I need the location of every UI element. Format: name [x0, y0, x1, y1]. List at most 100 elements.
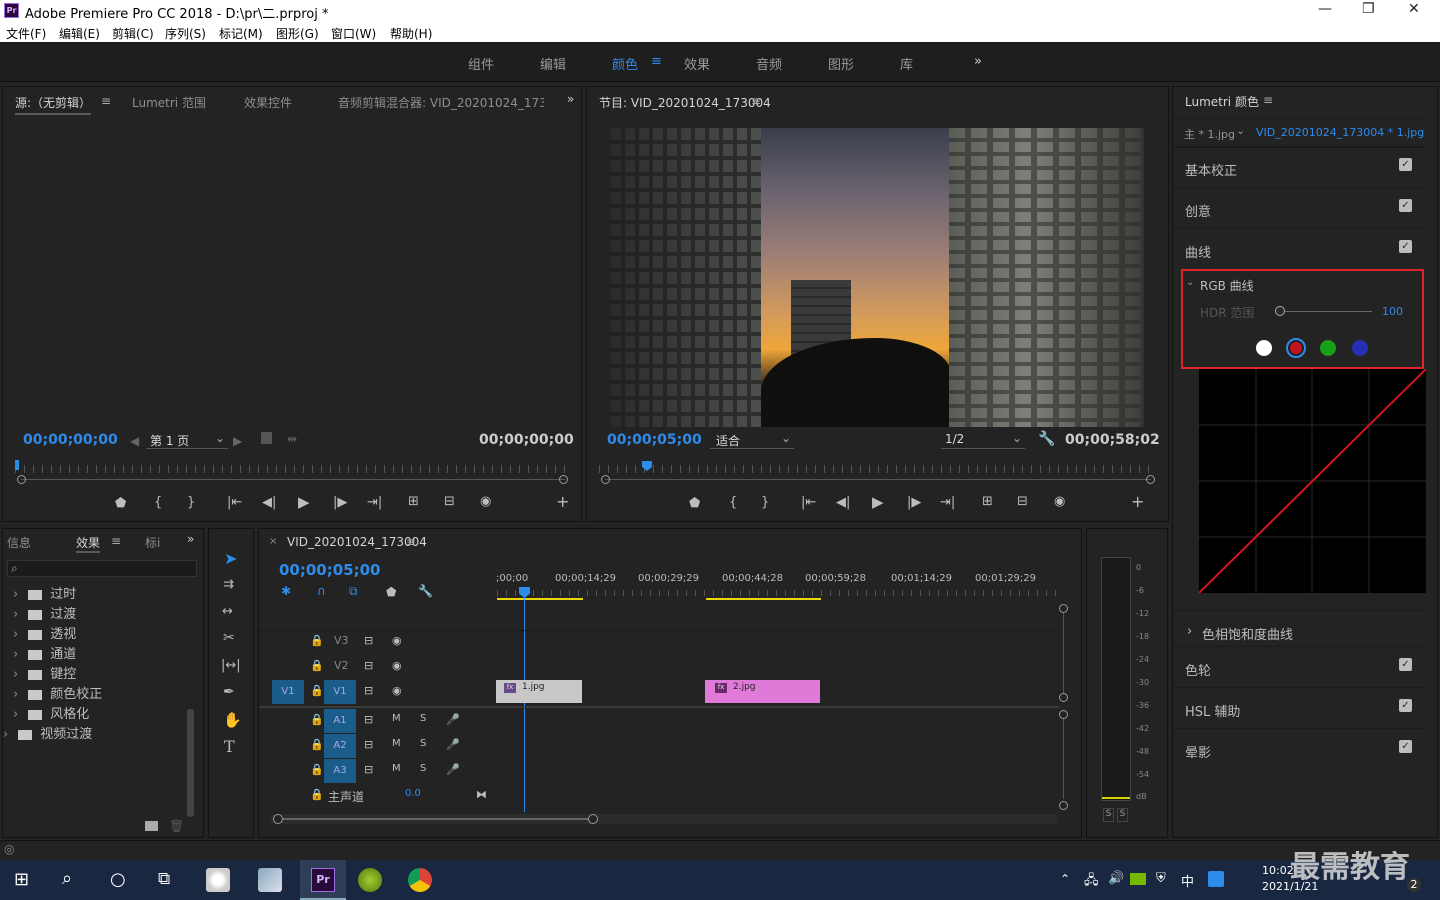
section-curves[interactable]: 曲线 ✓: [1174, 228, 1424, 268]
checkbox-icon[interactable]: ✓: [1399, 158, 1412, 171]
chevron-down-icon[interactable]: ⌄: [1236, 124, 1245, 137]
channel-blue-button[interactable]: [1352, 340, 1368, 356]
mute-button[interactable]: M: [392, 738, 401, 749]
section-basic-correction[interactable]: 基本校正 ✓: [1174, 146, 1424, 186]
tab-lumetri-scopes[interactable]: Lumetri 范围: [132, 94, 206, 111]
step-back-icon[interactable]: ◀|: [836, 495, 850, 510]
program-title[interactable]: 节目: VID_20201024_173004: [599, 94, 771, 111]
checkbox-icon[interactable]: ✓: [1399, 240, 1412, 253]
add-marker-icon[interactable]: ⬟: [386, 585, 396, 599]
camera-icon[interactable]: ◉: [1054, 494, 1065, 509]
scroll-handle-right[interactable]: [588, 814, 598, 824]
add-button-icon[interactable]: +: [556, 492, 569, 511]
effects-folder-video-transitions[interactable]: › 视频过渡: [3, 723, 92, 742]
chrome-app-icon[interactable]: [408, 868, 432, 892]
extract-icon[interactable]: ⊟: [1017, 494, 1028, 509]
lock-icon[interactable]: 🔒: [310, 763, 324, 776]
hand-tool-icon[interactable]: ✋: [223, 711, 242, 729]
track-target-v1[interactable]: V1: [324, 680, 356, 704]
workspace-tab-libraries[interactable]: 库: [900, 54, 913, 73]
step-forward-icon[interactable]: |▶: [907, 495, 921, 510]
trash-icon[interactable]: 🗑: [169, 819, 184, 833]
mic-icon[interactable]: 🎤: [446, 763, 460, 776]
clock-time[interactable]: 10:02: [1262, 864, 1294, 877]
master-clip-label[interactable]: 主 * 1.jpg: [1184, 126, 1235, 142]
chevron-down-icon[interactable]: ⌄: [1186, 277, 1194, 288]
clip-2[interactable]: fx 2.jpg: [705, 680, 820, 703]
status-icon[interactable]: ◎: [4, 842, 14, 856]
menu-window[interactable]: 窗口(W): [331, 25, 376, 42]
ripple-edit-tool-icon[interactable]: ↔: [222, 604, 233, 619]
curve-graph[interactable]: [1199, 369, 1426, 593]
track-v1[interactable]: V1 🔒 V1 ⊟ ◉: [260, 680, 495, 704]
marker-icon[interactable]: ⬟: [689, 496, 700, 511]
program-video-frame[interactable]: [611, 128, 1144, 427]
solo-button[interactable]: S: [420, 738, 426, 749]
selection-tool-icon[interactable]: ➤: [224, 549, 237, 568]
shield-icon[interactable]: ⛨: [1156, 871, 1166, 886]
solo-left-button[interactable]: S: [1103, 808, 1114, 822]
insert-icon[interactable]: ⊞: [408, 494, 419, 509]
go-to-in-icon[interactable]: |⇤: [227, 495, 242, 510]
timeline-settings-icon[interactable]: 🔧: [418, 584, 433, 598]
rgb-curves-label[interactable]: RGB 曲线: [1200, 277, 1254, 294]
settings-box-icon[interactable]: [261, 432, 272, 444]
checkbox-icon[interactable]: ✓: [1399, 699, 1412, 712]
close-button[interactable]: ✕: [1408, 1, 1420, 17]
lock-icon[interactable]: 🔒: [310, 738, 324, 751]
channel-green-button[interactable]: [1320, 340, 1336, 356]
hdr-slider-track[interactable]: [1280, 311, 1372, 312]
mute-button[interactable]: M: [392, 763, 401, 774]
section-vignette[interactable]: 晕影 ✓: [1174, 728, 1424, 768]
menu-clip[interactable]: 剪辑(C): [112, 25, 154, 42]
lumetri-title[interactable]: Lumetri 颜色: [1185, 93, 1259, 110]
scroll-handle-left[interactable]: [273, 814, 283, 824]
menu-sequence[interactable]: 序列(S): [165, 25, 206, 42]
effects-folder-channel[interactable]: › 通道: [13, 643, 76, 662]
program-ruler[interactable]: [599, 465, 1155, 473]
prev-page-icon[interactable]: ◀: [130, 434, 139, 448]
go-to-end-icon[interactable]: ⧓: [476, 788, 487, 801]
snap-icon[interactable]: ∩: [317, 584, 326, 598]
go-to-out-icon[interactable]: ⇥|: [367, 495, 382, 510]
panel-more-icon[interactable]: »: [567, 92, 574, 106]
next-page-icon[interactable]: ▶: [233, 434, 242, 448]
tab-menu-icon[interactable]: ≡: [111, 534, 121, 548]
zoom-handle-left[interactable]: [17, 475, 26, 484]
overwrite-icon[interactable]: ⊟: [444, 494, 455, 509]
step-forward-icon[interactable]: |▶: [333, 495, 347, 510]
track-a3[interactable]: 🔒 A3 ⊟ M S 🎤: [260, 759, 495, 783]
hdr-slider-handle[interactable]: [1275, 306, 1285, 316]
checkbox-icon[interactable]: ✓: [1399, 740, 1412, 753]
effects-folder-obsolete[interactable]: › 过时: [13, 583, 76, 602]
lift-icon[interactable]: ⊞: [982, 494, 993, 509]
effects-folder-stylize[interactable]: › 风格化: [13, 703, 89, 722]
sync-icon[interactable]: ⊟: [364, 634, 373, 647]
tab-info[interactable]: 信息: [7, 534, 31, 551]
volume-icon[interactable]: 🔊: [1108, 871, 1124, 886]
notepad-app-icon[interactable]: [258, 868, 282, 892]
vertical-zoom-handle[interactable]: [1059, 710, 1068, 719]
tab-effects[interactable]: 效果: [76, 534, 101, 553]
track-target-a2[interactable]: A2: [324, 734, 356, 758]
razor-tool-icon[interactable]: ✂: [223, 630, 235, 646]
add-button-icon[interactable]: +: [1131, 492, 1144, 511]
go-to-in-icon[interactable]: |⇤: [801, 495, 816, 510]
hdr-range-value[interactable]: 100: [1382, 305, 1403, 318]
checkbox-icon[interactable]: ✓: [1399, 658, 1412, 671]
slip-tool-icon[interactable]: |↔|: [221, 658, 241, 673]
lock-icon[interactable]: 🔒: [310, 634, 324, 647]
close-tab-icon[interactable]: ×: [269, 536, 277, 547]
ime-indicator[interactable]: 中: [1181, 871, 1194, 890]
new-bin-icon[interactable]: [145, 821, 158, 831]
solo-right-button[interactable]: S: [1117, 808, 1128, 822]
tab-audio-clip-mixer[interactable]: 音频剪辑混合器: VID_20201024_173004: [338, 94, 544, 111]
sync-icon[interactable]: ⊟: [364, 738, 373, 751]
menu-help[interactable]: 帮助(H): [390, 25, 432, 42]
vertical-scrollbar-video[interactable]: [1063, 613, 1064, 693]
section-color-wheels[interactable]: 色轮 ✓: [1174, 646, 1424, 686]
wrench-icon[interactable]: 🔧: [1038, 431, 1055, 447]
solo-button[interactable]: S: [420, 763, 426, 774]
tab-menu-icon[interactable]: ≡: [101, 94, 111, 108]
mute-button[interactable]: M: [392, 713, 401, 724]
